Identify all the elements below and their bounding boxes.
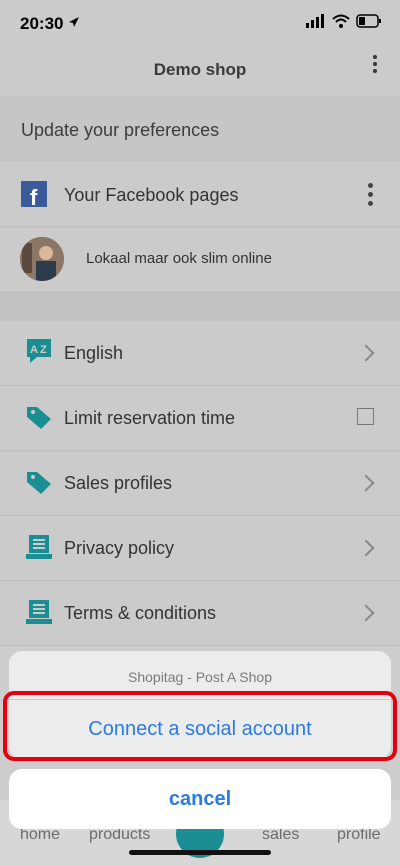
terms-label: Terms & conditions xyxy=(64,603,217,623)
location-arrow-icon xyxy=(69,17,79,27)
navigation-bar: Demo shop xyxy=(0,46,400,96)
highlight-box xyxy=(3,691,397,761)
svg-text:f: f xyxy=(30,185,38,207)
chevron-right-icon xyxy=(357,539,375,557)
facebook-icon: f xyxy=(21,181,47,210)
cancel-button[interactable]: cancel xyxy=(9,769,391,829)
status-time: 20:30 xyxy=(20,14,64,33)
tag-icon xyxy=(27,472,51,494)
tag-icon xyxy=(27,407,51,429)
language-row[interactable]: A Z English xyxy=(0,321,400,386)
facebook-pages-row[interactable]: f Your Facebook pages xyxy=(0,162,400,227)
signal-icon xyxy=(306,14,324,28)
battery-icon xyxy=(356,14,381,28)
status-indicators xyxy=(306,14,382,28)
translate-icon: A Z xyxy=(27,339,51,363)
document-icon xyxy=(26,600,52,624)
svg-text:Z: Z xyxy=(40,344,47,356)
limit-reservation-row[interactable]: Limit reservation time xyxy=(0,386,400,451)
preferences-header: Update your preferences xyxy=(0,96,400,162)
avatar xyxy=(20,237,64,281)
status-bar: 20:30 xyxy=(0,0,400,46)
language-label: English xyxy=(64,343,124,363)
more-options-icon[interactable] xyxy=(370,52,380,82)
action-sheet-title: Shopitag - Post A Shop xyxy=(128,669,272,685)
svg-text:A: A xyxy=(30,344,38,356)
limit-reservation-label: Limit reservation time xyxy=(64,408,236,428)
chevron-right-icon xyxy=(357,344,375,362)
page-title: Demo shop xyxy=(153,60,247,79)
privacy-policy-label: Privacy policy xyxy=(64,538,175,558)
facebook-pages-options-icon[interactable] xyxy=(367,181,373,209)
privacy-policy-row[interactable]: Privacy policy xyxy=(0,516,400,581)
facebook-page-name: Lokaal maar ook slim online xyxy=(86,250,272,267)
facebook-pages-label: Your Facebook pages xyxy=(64,185,239,205)
preferences-header-label: Update your preferences xyxy=(21,120,220,140)
limit-reservation-checkbox[interactable] xyxy=(357,408,374,425)
chevron-right-icon xyxy=(357,604,375,622)
sales-profiles-label: Sales profiles xyxy=(64,473,173,493)
wifi-icon xyxy=(332,14,350,28)
chevron-right-icon xyxy=(357,474,375,492)
document-icon xyxy=(26,535,52,559)
home-indicator xyxy=(129,850,271,855)
terms-row[interactable]: Terms & conditions xyxy=(0,581,400,646)
section-spacer xyxy=(0,291,400,321)
sales-profiles-row[interactable]: Sales profiles xyxy=(0,451,400,516)
facebook-page-item[interactable]: Lokaal maar ook slim online xyxy=(0,227,400,291)
